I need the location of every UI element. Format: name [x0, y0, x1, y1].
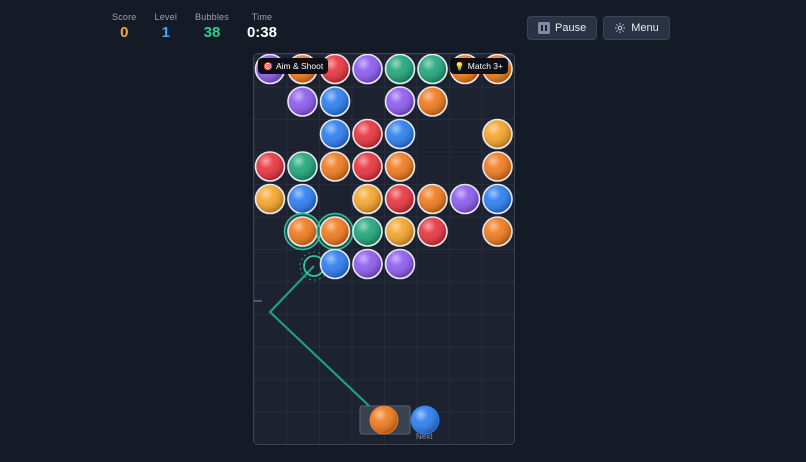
bubble-green: [287, 151, 318, 182]
bubble-red: [384, 183, 416, 215]
bubble-orange: [316, 212, 354, 251]
bubble-red: [254, 151, 286, 182]
menu-button[interactable]: Menu: [603, 16, 670, 40]
gear-icon: [615, 23, 626, 33]
bubble-yellow: [482, 118, 513, 150]
top-controls: Pause Menu: [527, 16, 670, 40]
time-value: 0:38: [246, 24, 277, 41]
time-label: Time: [251, 12, 273, 22]
bubble-orange: [283, 212, 322, 251]
bubble-orange: [319, 151, 351, 182]
bubble-blue: [319, 248, 351, 280]
level-stat: Level 1: [155, 12, 178, 41]
bubble-purple: [449, 183, 481, 215]
bubble-purple: [384, 248, 416, 280]
bubble-blue: [384, 118, 416, 150]
bubble-orange: [482, 151, 513, 182]
bubble-orange: [417, 86, 448, 117]
bubble-green: [384, 54, 416, 85]
bubble-purple: [352, 248, 383, 280]
level-label: Level: [154, 12, 178, 22]
aim-trajectory: [268, 265, 385, 421]
level-value: 1: [161, 24, 170, 41]
match-tag: 💡 Match 3+: [449, 58, 508, 74]
bubble-yellow: [384, 216, 416, 247]
bubble-red: [417, 216, 448, 247]
bubbles-value: 38: [203, 24, 221, 41]
bubble-red: [352, 151, 383, 182]
score-label: Score: [112, 12, 137, 22]
bubble-red: [352, 118, 383, 150]
bubble-orange: [482, 216, 513, 247]
bubble-blue: [319, 118, 351, 150]
bubble-orange: [384, 151, 416, 182]
pause-button-label: Pause: [555, 22, 587, 34]
aim-shoot-tag: 🎯 Aim & Shoot: [258, 58, 329, 74]
pause-button[interactable]: Pause: [527, 16, 598, 40]
next-label: Next: [416, 432, 433, 441]
pause-icon: [538, 22, 550, 34]
bubble-orange: [417, 183, 448, 215]
bubble-blue: [287, 183, 318, 215]
hud: Score 0 Level 1 Bubbles 38 Time 0:38: [112, 12, 295, 41]
game-board[interactable]: 🎯 Aim & Shoot 💡 Match 3+ Next: [253, 53, 515, 445]
bubble-purple: [352, 54, 383, 85]
bubbles-label: Bubbles: [195, 12, 229, 22]
bubbles-stat: Bubbles 38: [195, 12, 229, 41]
bubble-blue: [319, 86, 351, 117]
score-stat: Score 0: [112, 12, 137, 41]
bubble-green: [417, 54, 448, 85]
score-value: 0: [120, 24, 129, 41]
next-bubble: [410, 405, 440, 435]
bubble-blue: [482, 183, 513, 215]
bubble-purple: [384, 86, 416, 117]
target-icon: 🎯: [263, 61, 273, 71]
match-label: Match 3+: [467, 61, 503, 71]
bubble-yellow: [352, 183, 383, 215]
lightbulb-icon: 💡: [454, 61, 465, 71]
current-shot-bubble: [369, 405, 399, 435]
menu-button-label: Menu: [631, 22, 659, 34]
bubble-green: [352, 216, 383, 247]
bubble-yellow: [254, 183, 286, 215]
aim-shoot-label: Aim & Shoot: [275, 61, 324, 71]
board-canvas[interactable]: [254, 54, 515, 445]
time-stat: Time 0:38: [247, 12, 277, 41]
bubble-purple: [287, 86, 318, 117]
bubble-grid: [254, 54, 513, 280]
